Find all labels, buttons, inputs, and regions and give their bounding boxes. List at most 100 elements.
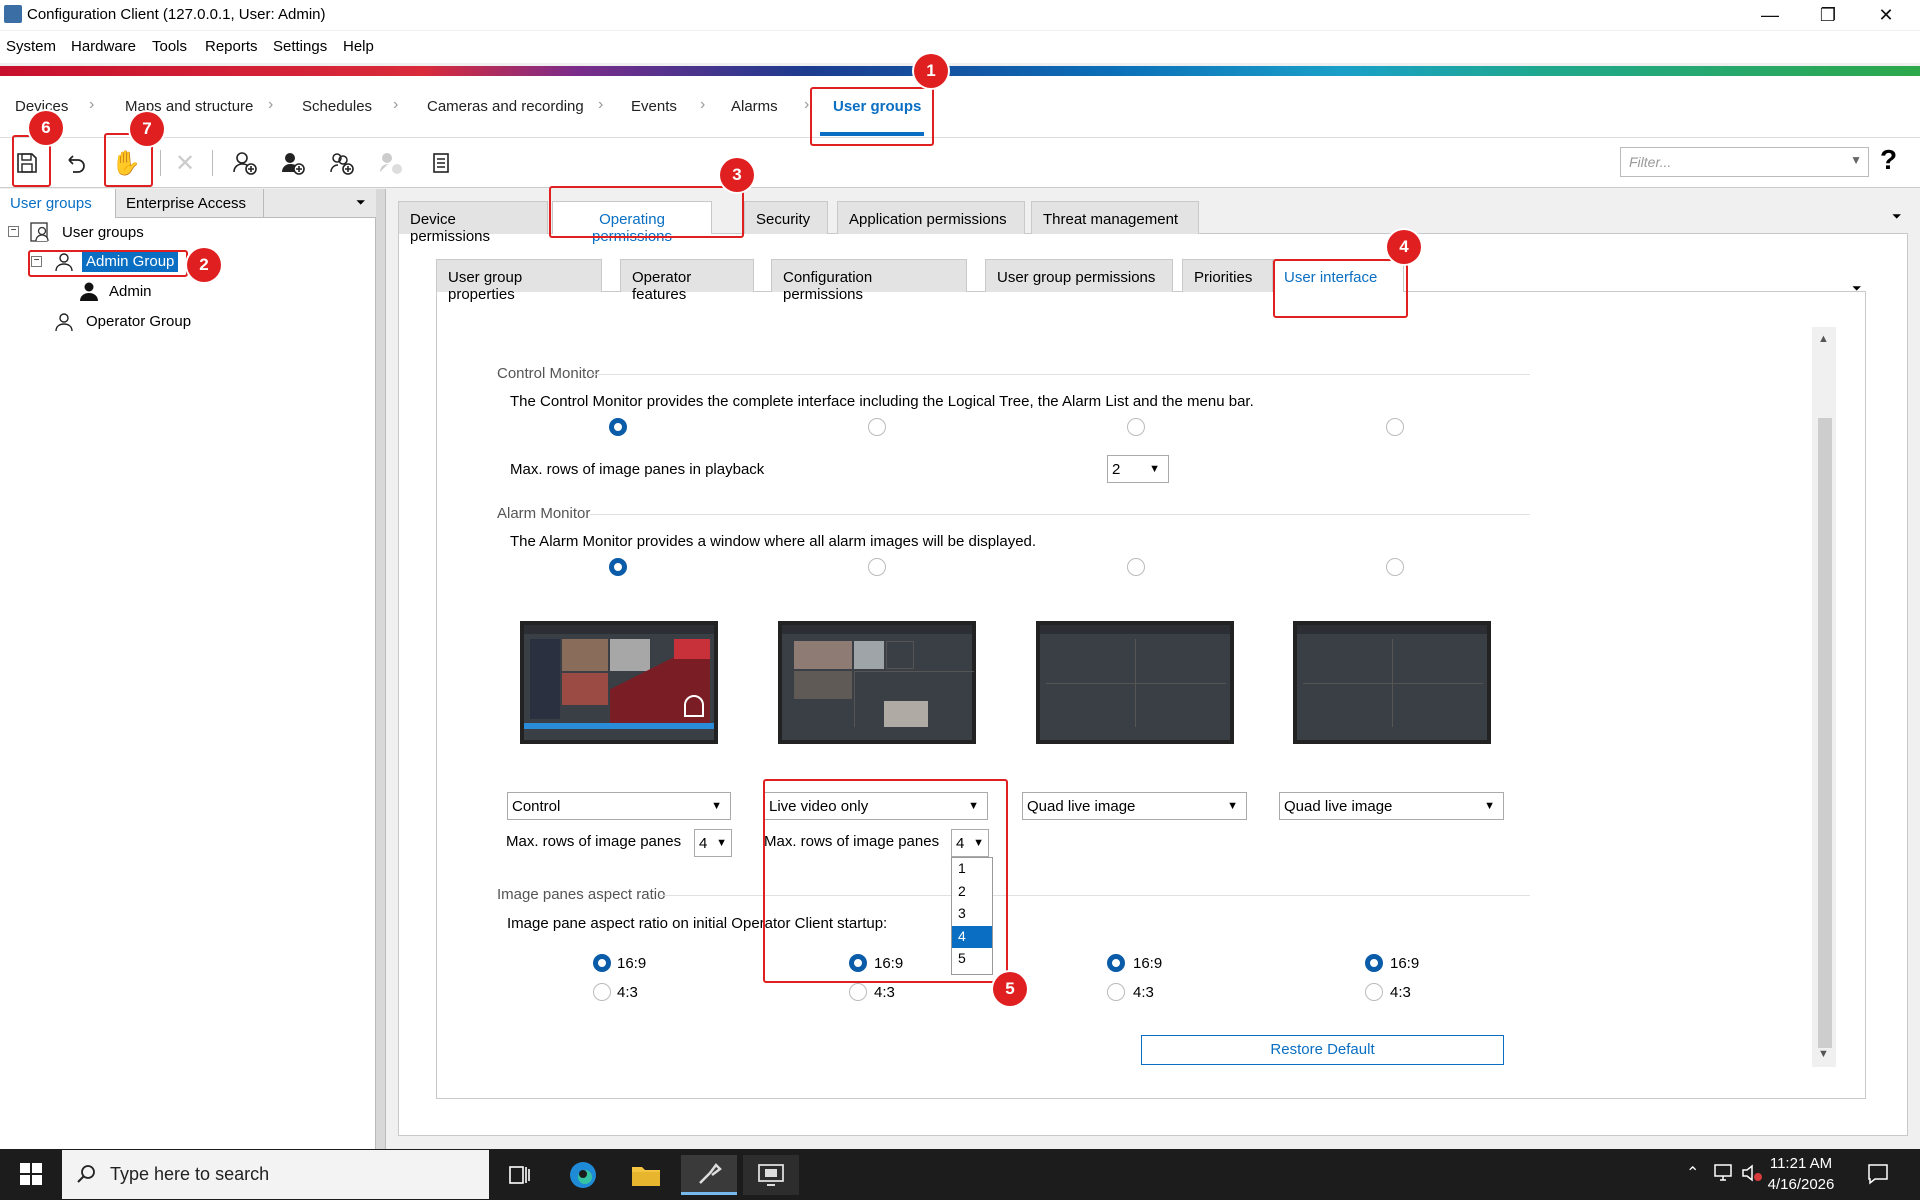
tree-item-operator-group[interactable]: Operator Group bbox=[86, 313, 191, 330]
annotation-box-3 bbox=[549, 186, 744, 238]
monitor-1-rows-select[interactable]: 4 ▼ bbox=[694, 829, 732, 857]
chevron-up-icon[interactable]: ⌃ bbox=[1686, 1163, 1699, 1183]
alarm-monitor-radio-2[interactable] bbox=[868, 558, 886, 576]
nav-alarms[interactable]: Alarms bbox=[731, 98, 778, 115]
alarm-monitor-radio-4[interactable] bbox=[1386, 558, 1404, 576]
tab-application-permissions[interactable]: Application permissions bbox=[837, 201, 1025, 234]
tabs-overflow-icon[interactable]: ⏷ bbox=[1852, 281, 1862, 296]
taskbar: Type here to search ⌃ 11:21 AM 4/16/2026 bbox=[0, 1149, 1920, 1200]
tab-user-group-properties[interactable]: User group properties bbox=[436, 259, 602, 303]
monitor-1-aspect-4-3-radio[interactable] bbox=[593, 983, 611, 1001]
annotation-badge-1: 1 bbox=[914, 54, 948, 88]
filter-input[interactable]: Filter... ▼ bbox=[1620, 147, 1869, 177]
toolbar: ✋ ✕ Filter... ▼ ? bbox=[0, 138, 1920, 188]
windows-start-icon[interactable] bbox=[20, 1163, 42, 1189]
annotation-box-4 bbox=[1273, 259, 1408, 318]
chevron-right-icon: › bbox=[804, 96, 810, 113]
monitor-2-aspect-4-3-label: 4:3 bbox=[874, 984, 895, 1001]
help-icon[interactable]: ? bbox=[1880, 144, 1897, 176]
tab-threat-management[interactable]: Threat management bbox=[1031, 201, 1199, 234]
menu-hardware[interactable]: Hardware bbox=[71, 38, 136, 55]
restore-button[interactable]: ❐ bbox=[1799, 0, 1857, 30]
tab-enterprise-access[interactable]: Enterprise Access bbox=[116, 189, 264, 218]
nav-events[interactable]: Events bbox=[631, 98, 677, 115]
tab-user-groups[interactable]: User groups bbox=[0, 189, 116, 218]
task-view-icon[interactable] bbox=[492, 1155, 548, 1195]
taskbar-search-input[interactable]: Type here to search bbox=[62, 1150, 489, 1199]
panel-splitter[interactable] bbox=[376, 189, 386, 1149]
tab-security[interactable]: Security bbox=[744, 201, 828, 234]
control-monitor-radio-3[interactable] bbox=[1127, 418, 1145, 436]
monitor-1-rows-value: 4 bbox=[699, 835, 708, 852]
control-monitor-radio-1[interactable] bbox=[609, 418, 627, 436]
menu-tools[interactable]: Tools bbox=[152, 38, 187, 55]
network-icon[interactable] bbox=[1712, 1163, 1734, 1187]
title-bar: Configuration Client (127.0.0.1, User: A… bbox=[0, 0, 1920, 30]
monitor-4-aspect-4-3-radio[interactable] bbox=[1365, 983, 1383, 1001]
tab-user-group-permissions[interactable]: User group permissions bbox=[985, 259, 1173, 292]
report-icon[interactable] bbox=[424, 146, 458, 180]
add-enterprise-group-icon[interactable] bbox=[325, 146, 359, 180]
playback-rows-select[interactable]: 2 ▼ bbox=[1107, 455, 1169, 483]
edge-browser-icon[interactable] bbox=[555, 1155, 611, 1195]
control-monitor-radio-2[interactable] bbox=[868, 418, 886, 436]
control-monitor-radio-4[interactable] bbox=[1386, 418, 1404, 436]
annotation-badge-4: 4 bbox=[1387, 230, 1421, 264]
add-user-icon[interactable] bbox=[276, 146, 310, 180]
notification-icon[interactable] bbox=[1866, 1162, 1890, 1190]
tab-operator-features[interactable]: Operator features bbox=[620, 259, 754, 303]
toolbar-separator bbox=[212, 150, 213, 176]
panel-menu-icon[interactable]: ⏷ bbox=[356, 195, 366, 210]
delete-icon[interactable]: ✕ bbox=[168, 146, 202, 180]
monitor-3-mode-select[interactable]: Quad live image ▼ bbox=[1022, 792, 1247, 820]
tree-item-admin[interactable]: Admin bbox=[109, 283, 152, 300]
section-divider bbox=[590, 514, 1530, 515]
monitor-3-aspect-4-3-radio[interactable] bbox=[1107, 983, 1125, 1001]
undo-icon[interactable] bbox=[59, 146, 93, 180]
alarm-monitor-heading: Alarm Monitor bbox=[497, 505, 591, 522]
alarm-monitor-radio-1[interactable] bbox=[609, 558, 627, 576]
monitor-4-aspect-16-9-radio[interactable] bbox=[1365, 954, 1383, 972]
monitor-1-aspect-16-9-radio[interactable] bbox=[593, 954, 611, 972]
tab-device-permissions[interactable]: Device permissions bbox=[398, 201, 548, 245]
monitor-1-rows-label: Max. rows of image panes bbox=[506, 833, 682, 850]
file-explorer-icon[interactable] bbox=[618, 1155, 674, 1195]
control-monitor-heading: Control Monitor bbox=[497, 365, 600, 382]
nav-cameras-and-recording[interactable]: Cameras and recording bbox=[427, 98, 584, 115]
monitor-1-mode-value: Control bbox=[512, 798, 561, 815]
scrollbar-thumb[interactable] bbox=[1818, 418, 1832, 1048]
clock-time: 11:21 AM bbox=[1769, 1155, 1833, 1172]
monitor-4-mode-select[interactable]: Quad live image ▼ bbox=[1279, 792, 1504, 820]
left-panel: User groups Enterprise Access ⏷ − User g… bbox=[0, 189, 376, 1149]
tab-configuration-permissions[interactable]: Configuration permissions bbox=[771, 259, 967, 303]
minimize-button[interactable]: — bbox=[1741, 0, 1799, 30]
configuration-client-taskbar-icon[interactable] bbox=[681, 1155, 737, 1195]
window-title: Configuration Client (127.0.0.1, User: A… bbox=[27, 6, 326, 23]
close-button[interactable]: ✕ bbox=[1857, 0, 1915, 30]
app-icon bbox=[4, 5, 22, 23]
tab-priorities[interactable]: Priorities bbox=[1182, 259, 1284, 292]
nav-schedules[interactable]: Schedules bbox=[302, 98, 372, 115]
menu-system[interactable]: System bbox=[6, 38, 56, 55]
menu-reports[interactable]: Reports bbox=[205, 38, 258, 55]
taskbar-clock[interactable]: 11:21 AM 4/16/2026 bbox=[1754, 1153, 1848, 1195]
monitor-3-aspect-16-9-radio[interactable] bbox=[1107, 954, 1125, 972]
monitor-1-mode-select[interactable]: Control ▼ bbox=[507, 792, 731, 820]
menu-help[interactable]: Help bbox=[343, 38, 374, 55]
scroll-up-icon[interactable]: ▲ bbox=[1818, 333, 1829, 345]
alarm-monitor-radio-3[interactable] bbox=[1127, 558, 1145, 576]
monitor-2-aspect-4-3-radio[interactable] bbox=[849, 983, 867, 1001]
menu-settings[interactable]: Settings bbox=[273, 38, 327, 55]
group-icon bbox=[54, 312, 74, 336]
collapse-icon[interactable]: − bbox=[8, 226, 19, 237]
annotation-badge-3: 3 bbox=[720, 158, 754, 192]
operator-client-taskbar-icon[interactable] bbox=[743, 1155, 799, 1195]
scroll-down-icon[interactable]: ▼ bbox=[1818, 1048, 1829, 1060]
restore-default-button[interactable]: Restore Default bbox=[1141, 1035, 1504, 1065]
user-groups-root-icon bbox=[29, 221, 51, 247]
tree-item-user-groups[interactable]: User groups bbox=[62, 224, 144, 241]
tabs-overflow-icon[interactable]: ⏷ bbox=[1892, 209, 1902, 224]
chevron-down-icon: ▼ bbox=[1850, 153, 1862, 167]
add-enterprise-account-icon[interactable] bbox=[374, 146, 408, 180]
add-user-group-icon[interactable] bbox=[228, 146, 262, 180]
